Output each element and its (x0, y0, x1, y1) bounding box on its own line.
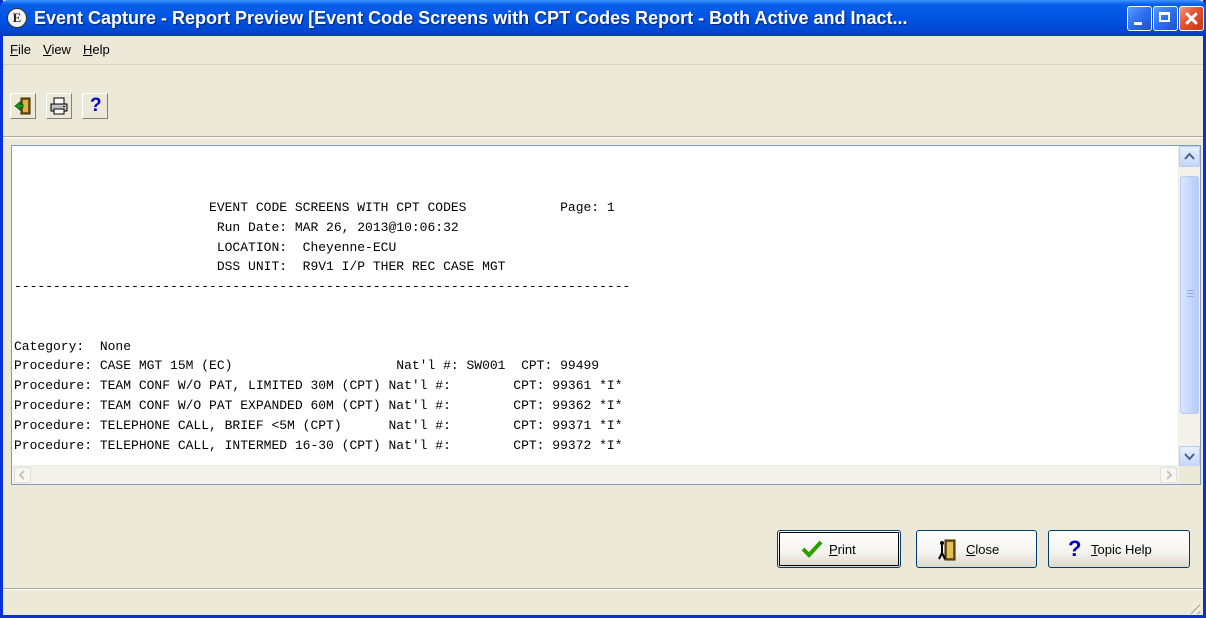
title-bar[interactable]: E Event Capture - Report Preview [Event … (0, 0, 1206, 36)
exit-door-icon (14, 97, 31, 115)
scroll-left-button[interactable] (14, 467, 31, 483)
print-button[interactable]: Print (777, 530, 901, 568)
window-title: Event Capture - Report Preview [Event Co… (34, 8, 908, 28)
report-text: EVENT CODE SCREENS WITH CPT CODES Page: … (14, 198, 630, 455)
print-mnemonic: P (829, 542, 838, 557)
menu-file[interactable]: File (10, 42, 31, 57)
report-line: Procedure: TELEPHONE CALL, INTERMED 16-3… (14, 437, 623, 453)
report-line: Run Date: MAR 26, 2013@10:06:32 (14, 219, 459, 235)
close-window-button[interactable] (1179, 6, 1204, 31)
toolbar: ? (3, 82, 1203, 124)
grip-line (1187, 296, 1194, 297)
report-line: Procedure: TELEPHONE CALL, BRIEF <5M (CP… (14, 417, 623, 433)
close-label-rest: lose (975, 542, 1000, 557)
menu-bar: File View Help (3, 36, 1203, 65)
maximize-button[interactable] (1153, 6, 1178, 31)
chevron-right-icon (1166, 470, 1173, 480)
report-line: LOCATION: Cheyenne-ECU (14, 239, 397, 255)
print-button-label: Print (829, 542, 856, 557)
scroll-up-button[interactable] (1179, 146, 1200, 167)
report-line: Category: None (14, 338, 132, 354)
exit-tool-button[interactable] (10, 93, 36, 119)
question-mark-icon: ? (90, 95, 102, 116)
chevron-down-icon (1184, 453, 1195, 461)
topic-help-button-label: Topic Help (1091, 542, 1152, 557)
menu-help[interactable]: Help (83, 42, 110, 57)
topic-help-button[interactable]: ? Topic Help (1048, 530, 1190, 568)
scrollbar-corner (1179, 466, 1200, 484)
menu-file-label: ile (17, 42, 31, 57)
grip-line (1187, 290, 1194, 291)
menu-view-label: iew (51, 42, 71, 57)
report-line: Procedure: CASE MGT 15M (EC) Nat'l #: SW… (14, 358, 600, 374)
app-logo-icon: E (7, 8, 27, 28)
exit-door-icon (938, 539, 956, 561)
grip-line (1187, 293, 1194, 294)
report-line: Procedure: TEAM CONF W/O PAT, LIMITED 30… (14, 378, 623, 394)
chevron-left-icon (18, 470, 25, 480)
menu-help-label: elp (92, 42, 110, 57)
menu-view[interactable]: View (43, 42, 71, 57)
checkmark-icon (801, 540, 823, 558)
vertical-scroll-thumb[interactable] (1180, 176, 1199, 414)
vertical-scrollbar[interactable] (1178, 146, 1200, 467)
scroll-right-button[interactable] (1160, 467, 1177, 483)
close-button-label: Close (966, 542, 999, 557)
question-mark-icon: ? (1068, 536, 1082, 561)
report-line: EVENT CODE SCREENS WITH CPT CODES Page: … (14, 200, 615, 215)
menu-help-mnemonic: H (83, 42, 93, 57)
report-line: ----------------------------------------… (14, 279, 631, 295)
status-bar (3, 588, 1203, 616)
printer-icon (50, 97, 68, 115)
topic-help-label-rest: opic Help (1097, 542, 1152, 557)
chevron-up-icon (1184, 152, 1195, 160)
print-label-rest: rint (837, 542, 856, 557)
scroll-down-button[interactable] (1179, 446, 1200, 467)
help-tool-button[interactable]: ? (82, 93, 108, 119)
print-tool-button[interactable] (46, 93, 72, 119)
report-preview-pane[interactable]: EVENT CODE SCREENS WITH CPT CODES Page: … (11, 145, 1201, 485)
app-window: E Event Capture - Report Preview [Event … (0, 0, 1206, 618)
minimize-button[interactable] (1127, 6, 1152, 31)
close-button[interactable]: Close (916, 530, 1037, 568)
close-mnemonic: C (966, 542, 976, 557)
menu-file-mnemonic: F (10, 42, 18, 57)
report-line: DSS UNIT: R9V1 I/P THER REC CASE MGT (14, 259, 506, 275)
toolbar-divider (3, 136, 1203, 138)
horizontal-scrollbar[interactable] (12, 465, 1179, 484)
report-line: Procedure: TEAM CONF W/O PAT EXPANDED 60… (14, 397, 623, 413)
resize-grip-icon[interactable] (1186, 600, 1200, 614)
